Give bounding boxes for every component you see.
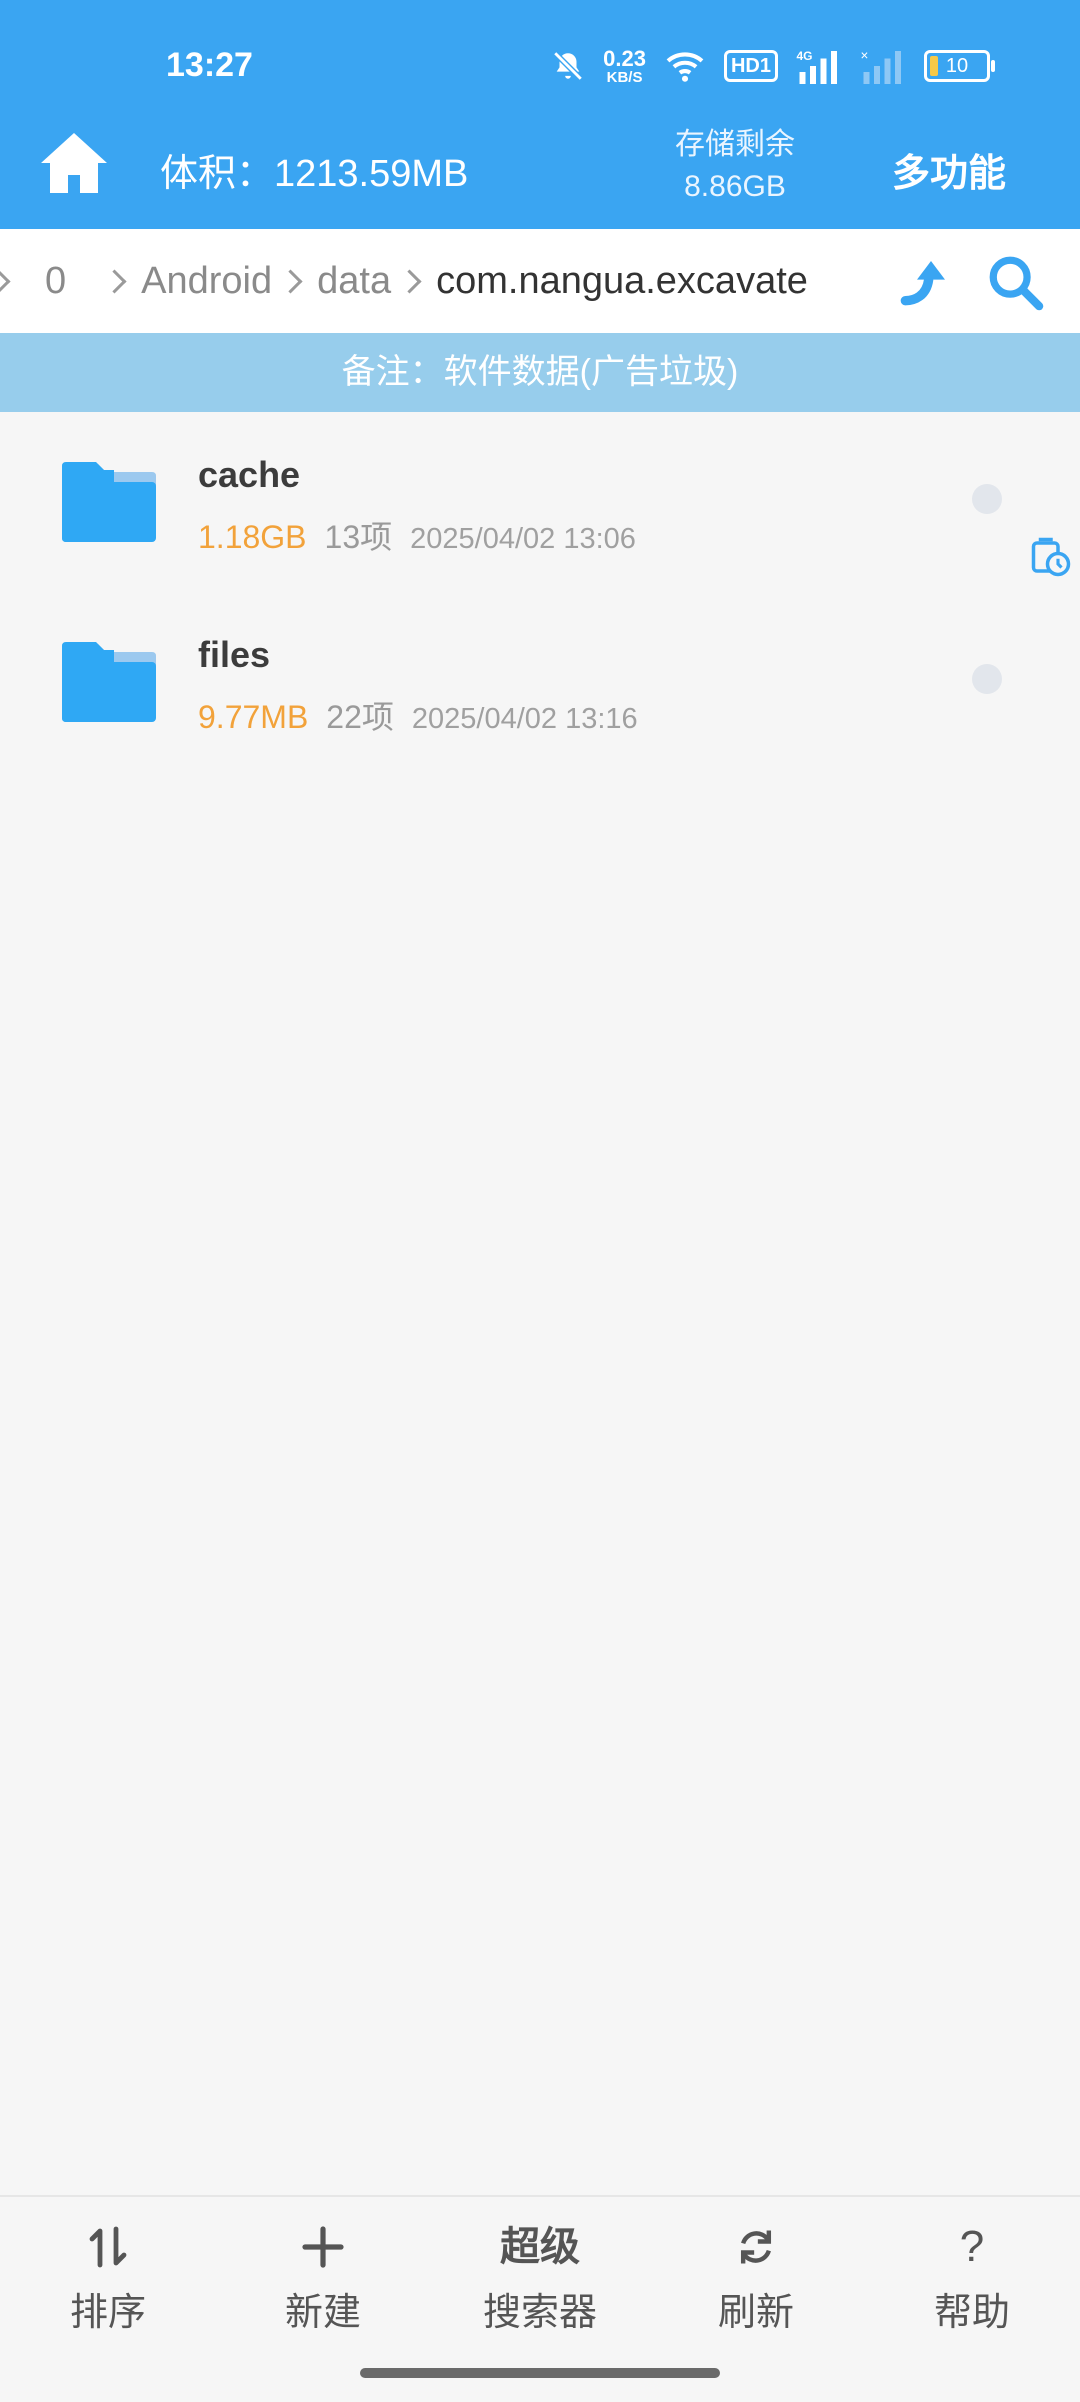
file-meta: 9.77MB 22项 2025/04/02 13:16 [198, 692, 638, 738]
plus-icon [302, 2226, 344, 2268]
file-date: 2025/04/02 13:16 [411, 703, 638, 735]
new-label: 新建 [284, 2292, 361, 2334]
signal-icon: 4G [797, 49, 837, 84]
recent-files-icon[interactable] [1030, 536, 1072, 578]
bell-muted-icon [553, 51, 583, 81]
multi-function-button[interactable]: 多功能 [892, 142, 1006, 197]
new-button[interactable]: 新建 [243, 2219, 403, 2336]
super-search-button[interactable]: 超级 搜索器 [460, 2219, 620, 2336]
volume-label: 体积：1213.59MB [160, 153, 469, 195]
select-radio[interactable] [972, 484, 1002, 514]
status-icons: 0.23 KB/S HD1 4G × 10 [551, 44, 995, 88]
refresh-button[interactable]: 刷新 [676, 2219, 836, 2336]
list-item[interactable]: files 9.77MB 22项 2025/04/02 13:16 [0, 592, 1080, 762]
home-indicator[interactable] [360, 2368, 720, 2378]
file-date: 2025/04/02 13:06 [410, 523, 636, 555]
breadcrumb-item[interactable]: 0 [45, 260, 66, 303]
signal-weak-icon: × [861, 48, 901, 84]
file-size: 1.18GB [198, 519, 307, 555]
file-name: files [198, 634, 271, 675]
folder-icon [62, 642, 156, 722]
file-count: 13项 [324, 519, 393, 555]
net-speed: 0.23 KB/S [603, 45, 646, 86]
select-radio[interactable] [972, 664, 1002, 694]
super-search-label-1: 超级 [500, 2225, 580, 2269]
note-banner: 备注：软件数据(广告垃圾) [0, 333, 1080, 412]
refresh-icon [740, 2230, 772, 2264]
battery-icon: 10 [924, 50, 995, 82]
breadcrumb-current[interactable]: com.nangua.excavate [436, 260, 808, 303]
help-icon: ? [959, 2222, 985, 2271]
storage-remaining: 存储剩余 8.86GB [675, 128, 795, 203]
home-icon[interactable] [38, 130, 110, 196]
file-size: 9.77MB [198, 699, 309, 735]
hd-badge: HD1 [723, 50, 778, 82]
list-item[interactable]: cache 1.18GB 13项 2025/04/02 13:06 [0, 412, 1080, 582]
sort-label: 排序 [69, 2292, 146, 2334]
breadcrumb-path: 0 Android data com.nangua.excavate [0, 229, 808, 333]
app-header: 13:27 0.23 KB/S HD1 4G × 10 体积：1213.59MB… [0, 0, 1080, 229]
breadcrumb: 0 Android data com.nangua.excavate [0, 229, 1080, 333]
svg-text:4G: 4G [797, 49, 813, 63]
file-count: 22项 [326, 699, 394, 735]
sort-button[interactable]: 排序 [28, 2219, 188, 2336]
folder-icon [62, 462, 156, 542]
sort-icon [89, 2226, 127, 2268]
super-search-label-2: 搜索器 [482, 2292, 597, 2334]
wifi-icon [666, 52, 704, 82]
file-meta: 1.18GB 13项 2025/04/02 13:06 [198, 512, 636, 558]
help-label: 帮助 [933, 2292, 1010, 2334]
go-up-icon[interactable] [896, 254, 952, 310]
status-time: 13:27 [166, 46, 253, 84]
help-button[interactable]: ? 帮助 [892, 2219, 1052, 2336]
search-icon[interactable] [986, 253, 1044, 311]
breadcrumb-item[interactable]: data [317, 260, 391, 303]
file-name: cache [198, 454, 301, 495]
svg-text:×: × [861, 48, 869, 63]
breadcrumb-item[interactable]: Android [141, 260, 272, 303]
refresh-label: 刷新 [717, 2292, 794, 2334]
